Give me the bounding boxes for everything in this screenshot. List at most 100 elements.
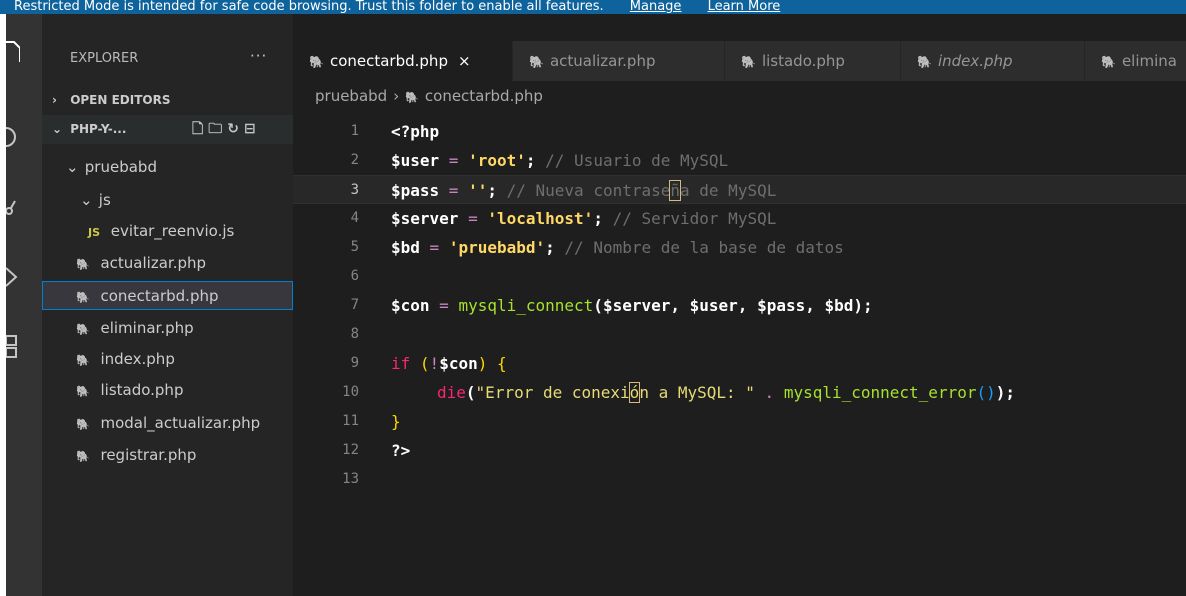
line-number: 1 xyxy=(350,123,359,139)
code-text: $user = 'root'; // Usuario de MySQL xyxy=(391,146,728,175)
token-operator: = xyxy=(458,209,488,228)
tab-eliminar[interactable]: 🐘 elimina xyxy=(1085,41,1186,81)
token-punct: ; xyxy=(593,209,603,228)
new-file-icon[interactable]: 🗋 xyxy=(192,121,208,137)
line-number: 7 xyxy=(350,297,359,313)
explorer-toolbar: 🗋🗀↻⊟ xyxy=(192,115,261,144)
tree-item-file-active[interactable]: 🐘 conectarbd.php xyxy=(42,281,293,310)
tree-item-file[interactable]: JS evitar_reenvio.js xyxy=(42,217,293,246)
text-cursor: ñ xyxy=(669,180,681,201)
line-number: 6 xyxy=(350,268,359,284)
tab-label: index.php xyxy=(937,52,1013,70)
token-comment: // Servidor MySQL xyxy=(602,209,777,228)
line-number: 9 xyxy=(350,355,359,371)
tree-item-file[interactable]: 🐘 eliminar.php xyxy=(42,314,293,343)
php-file-icon: 🐘 xyxy=(76,323,90,336)
search-icon[interactable] xyxy=(6,122,42,152)
line-number: 4 xyxy=(350,210,359,226)
token-operator: = xyxy=(429,296,459,315)
token-bracket: () xyxy=(976,383,996,402)
chevron-right-icon: › xyxy=(52,93,57,107)
tab-conectarbd[interactable]: 🐘 conectarbd.php × xyxy=(293,41,513,81)
php-file-icon: 🐘 xyxy=(76,291,90,304)
explorer-sidebar: EXPLORER ··· › OPEN EDITORS ⌄ PHP-Y-... … xyxy=(42,14,293,596)
line-number: 5 xyxy=(350,239,359,255)
php-file-icon: 🐘 xyxy=(529,55,544,69)
tab-label: elimina xyxy=(1121,52,1177,70)
tree-item-file[interactable]: 🐘 registrar.php xyxy=(42,441,293,470)
tab-index[interactable]: 🐘 index.php xyxy=(901,41,1085,81)
php-file-icon: 🐘 xyxy=(76,385,90,398)
tree-item-file[interactable]: 🐘 index.php xyxy=(42,345,293,374)
code-line: 4 $server = 'localhost'; // Servidor MyS… xyxy=(293,204,1186,233)
token-variable: $con xyxy=(391,296,430,315)
token-variable: $user xyxy=(391,151,440,170)
tree-item-file[interactable]: 🐘 modal_actualizar.php xyxy=(42,409,293,438)
close-icon[interactable]: × xyxy=(458,52,471,70)
project-section[interactable]: ⌄ PHP-Y-... 🗋🗀↻⊟ xyxy=(42,115,293,144)
run-debug-icon[interactable] xyxy=(6,262,42,292)
new-folder-icon[interactable]: 🗀 xyxy=(208,121,227,137)
token-comment: a de MySQL xyxy=(680,181,777,200)
code-text: $server = 'localhost'; // Servidor MySQL xyxy=(391,204,776,233)
tab-listado[interactable]: 🐘 listado.php xyxy=(725,41,901,81)
code-text: $con = mysqli_connect($server, $user, $p… xyxy=(391,291,873,320)
tree-item-file[interactable]: 🐘 listado.php xyxy=(42,376,293,405)
code-line: 5 $bd = 'pruebabd'; // Nombre de la base… xyxy=(293,233,1186,262)
php-file-icon: 🐘 xyxy=(76,450,90,463)
source-control-icon[interactable] xyxy=(6,192,42,222)
php-open-tag: <?php xyxy=(391,122,440,141)
php-file-icon: 🐘 xyxy=(405,91,419,104)
line-number: 3 xyxy=(350,182,359,198)
token-string: n a MySQL: " xyxy=(639,383,755,402)
token-punct: ); xyxy=(995,383,1015,402)
tree-item-label: actualizar.php xyxy=(100,254,207,272)
code-line: 2 $user = 'root'; // Usuario de MySQL xyxy=(293,146,1186,175)
tree-item-label: index.php xyxy=(100,350,175,368)
code-line: 10 die("Error de conexión a MySQL: " . m… xyxy=(293,378,1186,407)
code-line: 7 $con = mysqli_connect($server, $user, … xyxy=(293,291,1186,320)
token-comment: // Nombre de la base de datos xyxy=(554,238,844,257)
line-number: 13 xyxy=(342,471,359,487)
breadcrumb-folder[interactable]: pruebabd xyxy=(315,87,387,105)
php-file-icon: 🐘 xyxy=(309,55,324,69)
token-brace: } xyxy=(391,412,401,431)
code-line: 11 } xyxy=(293,407,1186,436)
token-operator: = xyxy=(419,238,449,257)
php-file-icon: 🐘 xyxy=(917,55,932,69)
token-string: 'pruebabd' xyxy=(448,238,546,257)
token-bracket: ) xyxy=(477,354,488,373)
tab-actualizar[interactable]: 🐘 actualizar.php xyxy=(513,41,725,81)
token-operator: ! xyxy=(429,354,440,373)
more-actions-icon[interactable]: ··· xyxy=(250,47,267,65)
explorer-icon[interactable] xyxy=(6,36,42,66)
refresh-icon[interactable]: ↻ xyxy=(227,121,244,137)
code-line: 13 xyxy=(293,465,1186,494)
token-punct: ); xyxy=(853,296,873,315)
extensions-icon[interactable] xyxy=(6,332,42,362)
code-line: 12 ?> xyxy=(293,436,1186,465)
token-string: 'localhost' xyxy=(487,209,594,228)
php-file-icon: 🐘 xyxy=(76,354,90,367)
tree-item-folder[interactable]: ⌄ js xyxy=(42,186,293,215)
tree-item-folder[interactable]: ⌄ pruebabd xyxy=(42,153,293,182)
code-text: die("Error de conexión a MySQL: " . mysq… xyxy=(437,378,1015,407)
code-text: <?php xyxy=(391,117,439,146)
token-punct: ; xyxy=(525,151,536,170)
breadcrumb: pruebabd › 🐘 conectarbd.php xyxy=(315,87,543,105)
learn-more-link[interactable]: Learn More xyxy=(708,0,781,14)
code-line: 9 if (!$con) { xyxy=(293,349,1186,378)
manage-link[interactable]: Manage xyxy=(630,0,682,14)
chevron-down-icon: ⌄ xyxy=(66,158,79,176)
collapse-all-icon[interactable]: ⊟ xyxy=(244,121,261,137)
token-variable: $con xyxy=(439,354,478,373)
js-file-icon: JS xyxy=(88,226,101,239)
project-label: PHP-Y-... xyxy=(70,122,127,136)
open-editors-section[interactable]: › OPEN EDITORS xyxy=(42,86,293,115)
breadcrumb-file[interactable]: conectarbd.php xyxy=(425,87,543,105)
code-text: } xyxy=(391,407,401,436)
tree-item-file[interactable]: 🐘 actualizar.php xyxy=(42,249,293,278)
tab-label: actualizar.php xyxy=(549,52,656,70)
token-keyword: if xyxy=(391,354,411,373)
